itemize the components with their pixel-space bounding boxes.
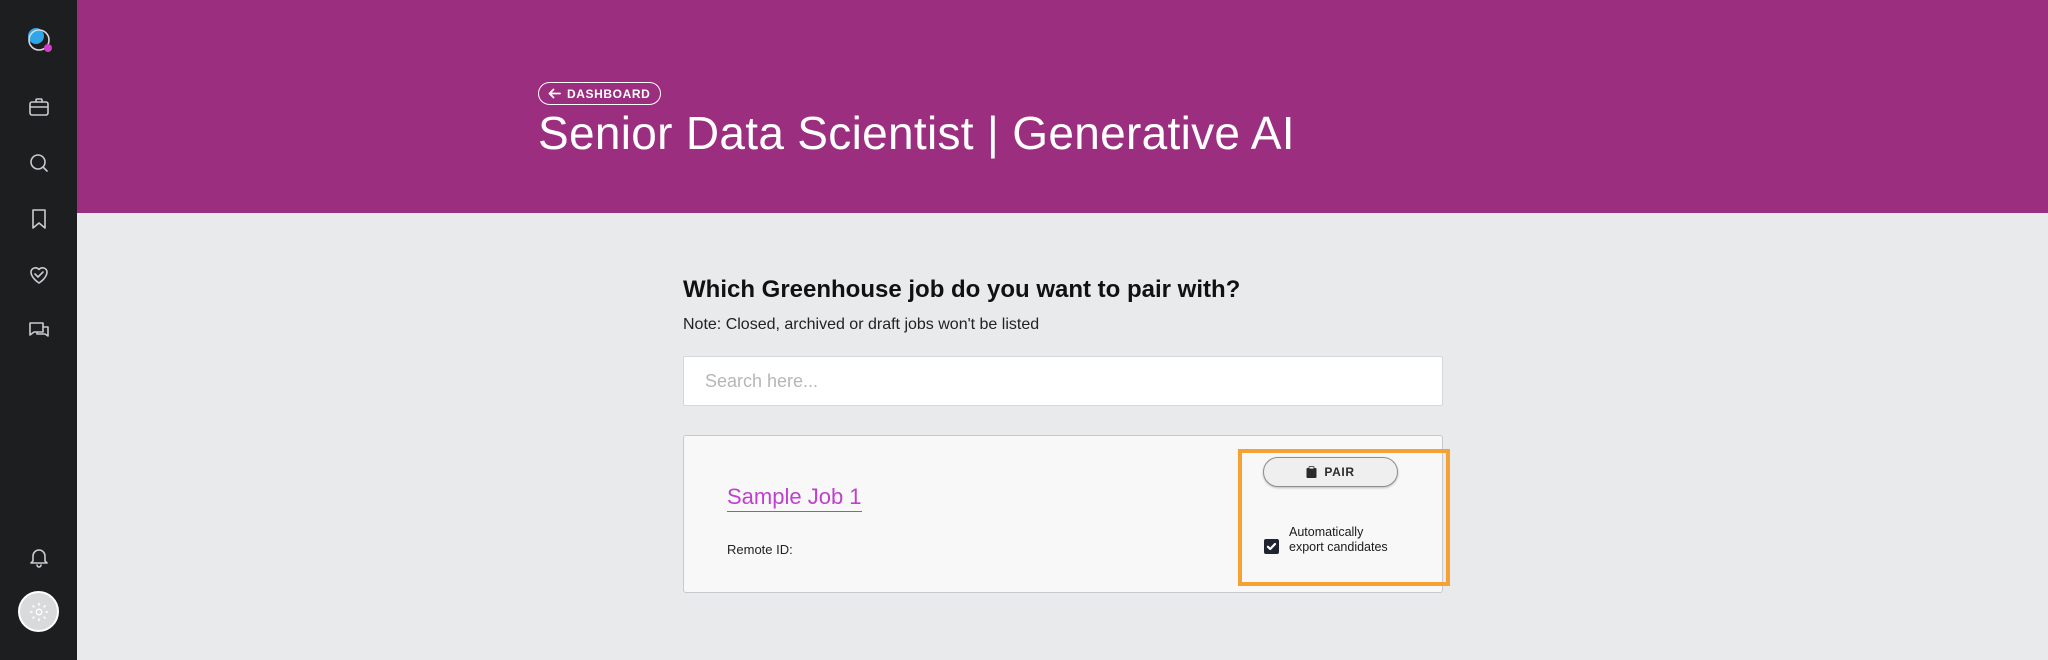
job-search-input[interactable] xyxy=(683,356,1443,406)
listing-note: Note: Closed, archived or draft jobs won… xyxy=(683,316,1040,333)
back-label: DASHBOARD xyxy=(567,86,651,101)
chat-icon[interactable] xyxy=(22,314,55,347)
job-title-link[interactable]: Sample Job 1 xyxy=(727,484,862,512)
bell-icon[interactable] xyxy=(22,540,55,573)
pair-button[interactable]: PAIR xyxy=(1263,457,1398,487)
gear-icon xyxy=(29,602,48,621)
pair-question-heading: Which Greenhouse job do you want to pair… xyxy=(683,276,1241,303)
briefcase-icon[interactable] xyxy=(22,90,55,123)
dashboard-back-button[interactable]: DASHBOARD xyxy=(538,82,662,105)
heart-handshake-icon[interactable] xyxy=(22,258,55,291)
app-logo[interactable] xyxy=(24,25,54,55)
settings-avatar[interactable] xyxy=(18,591,59,632)
check-icon xyxy=(1266,542,1277,551)
remote-id-label: Remote ID: xyxy=(727,542,793,557)
sidebar xyxy=(0,0,77,660)
pair-label: PAIR xyxy=(1324,465,1355,479)
bookmark-icon[interactable] xyxy=(22,202,55,235)
auto-export-checkbox[interactable] xyxy=(1264,539,1279,554)
arrow-left-icon xyxy=(548,88,561,99)
page-header: DASHBOARD Senior Data Scientist | Genera… xyxy=(77,0,2048,213)
search-icon[interactable] xyxy=(22,146,55,179)
clipboard-icon xyxy=(1306,466,1317,478)
auto-export-label: Automatically export candidates xyxy=(1289,525,1388,554)
page-title: Senior Data Scientist | Generative AI xyxy=(538,107,1295,159)
